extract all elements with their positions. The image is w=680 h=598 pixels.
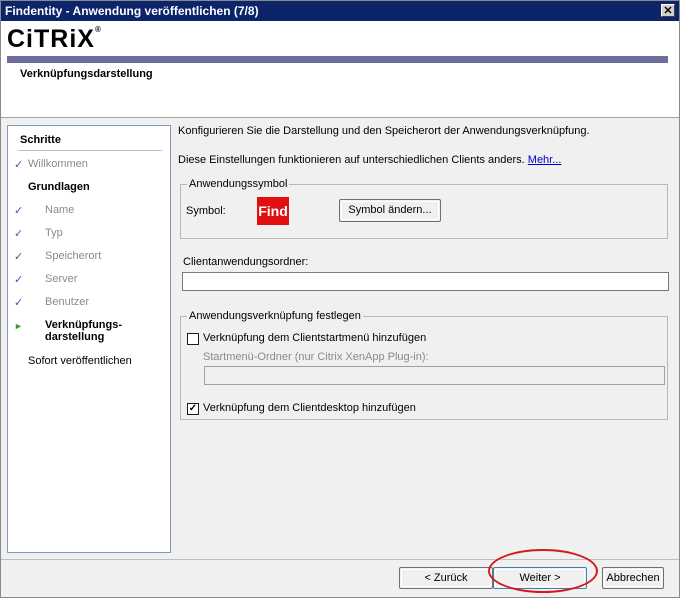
step-speicherort[interactable]: Speicherort — [45, 250, 101, 262]
back-label: < Zurück — [424, 572, 468, 584]
cancel-button[interactable]: Abbrechen — [602, 567, 664, 589]
more-link[interactable]: Mehr... — [528, 154, 562, 166]
steps-panel: Schritte ✓ Willkommen Grundlagen ✓ Name … — [7, 125, 171, 553]
step-typ[interactable]: Typ — [45, 227, 63, 239]
shortcut-group: Anwendungsverknüpfung festlegen Verknüpf… — [180, 310, 668, 420]
cancel-label: Abbrechen — [606, 572, 660, 584]
client-folder-input[interactable] — [182, 272, 669, 291]
wizard-header: CiTRiX® Verknüpfungsdarstellung — [1, 21, 679, 118]
step-label-line2: darstellung — [45, 331, 105, 343]
steps-heading: Schritte — [20, 134, 61, 146]
change-symbol-button[interactable]: Symbol ändern... — [339, 199, 441, 222]
info-text: Diese Einstellungen funktionieren auf un… — [178, 154, 561, 166]
desktop-checkbox[interactable]: ✓ — [187, 403, 199, 415]
logo-text: CiTRiX — [7, 25, 95, 53]
current-step-arrow-icon: ► — [14, 321, 23, 331]
startmenu-checkbox[interactable] — [187, 333, 199, 345]
change-symbol-label: Symbol ändern... — [348, 204, 432, 216]
registered-mark: ® — [94, 25, 102, 34]
close-button[interactable]: ✕ — [661, 4, 675, 17]
check-icon: ✓ — [14, 205, 24, 217]
header-accent-bar — [7, 56, 668, 63]
step-sofort-veroeffentlichen[interactable]: Sofort veröffentlichen — [28, 355, 132, 367]
application-icon-group: Anwendungssymbol Symbol: Find Symbol änd… — [180, 178, 668, 239]
title-bar[interactable]: Findentity - Anwendung veröffentlichen (… — [1, 1, 679, 21]
desktop-checkbox-label[interactable]: Verknüpfung dem Clientdesktop hinzufügen — [203, 402, 416, 414]
check-icon: ✓ — [14, 159, 24, 171]
symbol-label: Symbol: — [186, 205, 226, 217]
step-verknuepfungsdarstellung[interactable]: Verknüpfungs- darstellung — [45, 319, 122, 343]
annotation-circle — [488, 549, 598, 593]
step-willkommen[interactable]: Willkommen — [28, 158, 88, 170]
close-icon: ✕ — [663, 5, 673, 17]
step-label-line1: Verknüpfungs- — [45, 319, 123, 331]
group-title-icon: Anwendungssymbol — [187, 178, 290, 190]
intro-text: Konfigurieren Sie die Darstellung und de… — [178, 125, 590, 137]
check-icon: ✓ — [14, 297, 24, 309]
step-name[interactable]: Name — [45, 204, 74, 216]
group-title-shortcut: Anwendungsverknüpfung festlegen — [187, 310, 363, 322]
startmenu-folder-label: Startmenü-Ordner (nur Citrix XenApp Plug… — [203, 351, 429, 363]
back-button[interactable]: < Zurück — [399, 567, 493, 589]
client-folder-label: Clientanwendungsordner: — [183, 256, 309, 268]
check-icon: ✓ — [14, 251, 24, 263]
check-icon: ✓ — [14, 274, 24, 286]
startmenu-checkbox-label[interactable]: Verknüpfung dem Clientstartmenü hinzufüg… — [203, 332, 426, 344]
page-title: Verknüpfungsdarstellung — [20, 68, 153, 80]
step-group-grundlagen: Grundlagen — [28, 181, 90, 193]
step-benutzer[interactable]: Benutzer — [45, 296, 89, 308]
check-icon: ✓ — [14, 228, 24, 240]
startmenu-folder-input[interactable] — [204, 366, 665, 385]
steps-divider — [18, 150, 162, 151]
window-title: Findentity - Anwendung veröffentlichen (… — [5, 4, 259, 18]
info-text-body: Diese Einstellungen funktionieren auf un… — [178, 154, 525, 166]
publish-application-dialog: Findentity - Anwendung veröffentlichen (… — [0, 0, 680, 598]
step-server[interactable]: Server — [45, 273, 77, 285]
find-app-icon: Find — [257, 197, 289, 225]
citrix-logo: CiTRiX® — [7, 25, 102, 54]
